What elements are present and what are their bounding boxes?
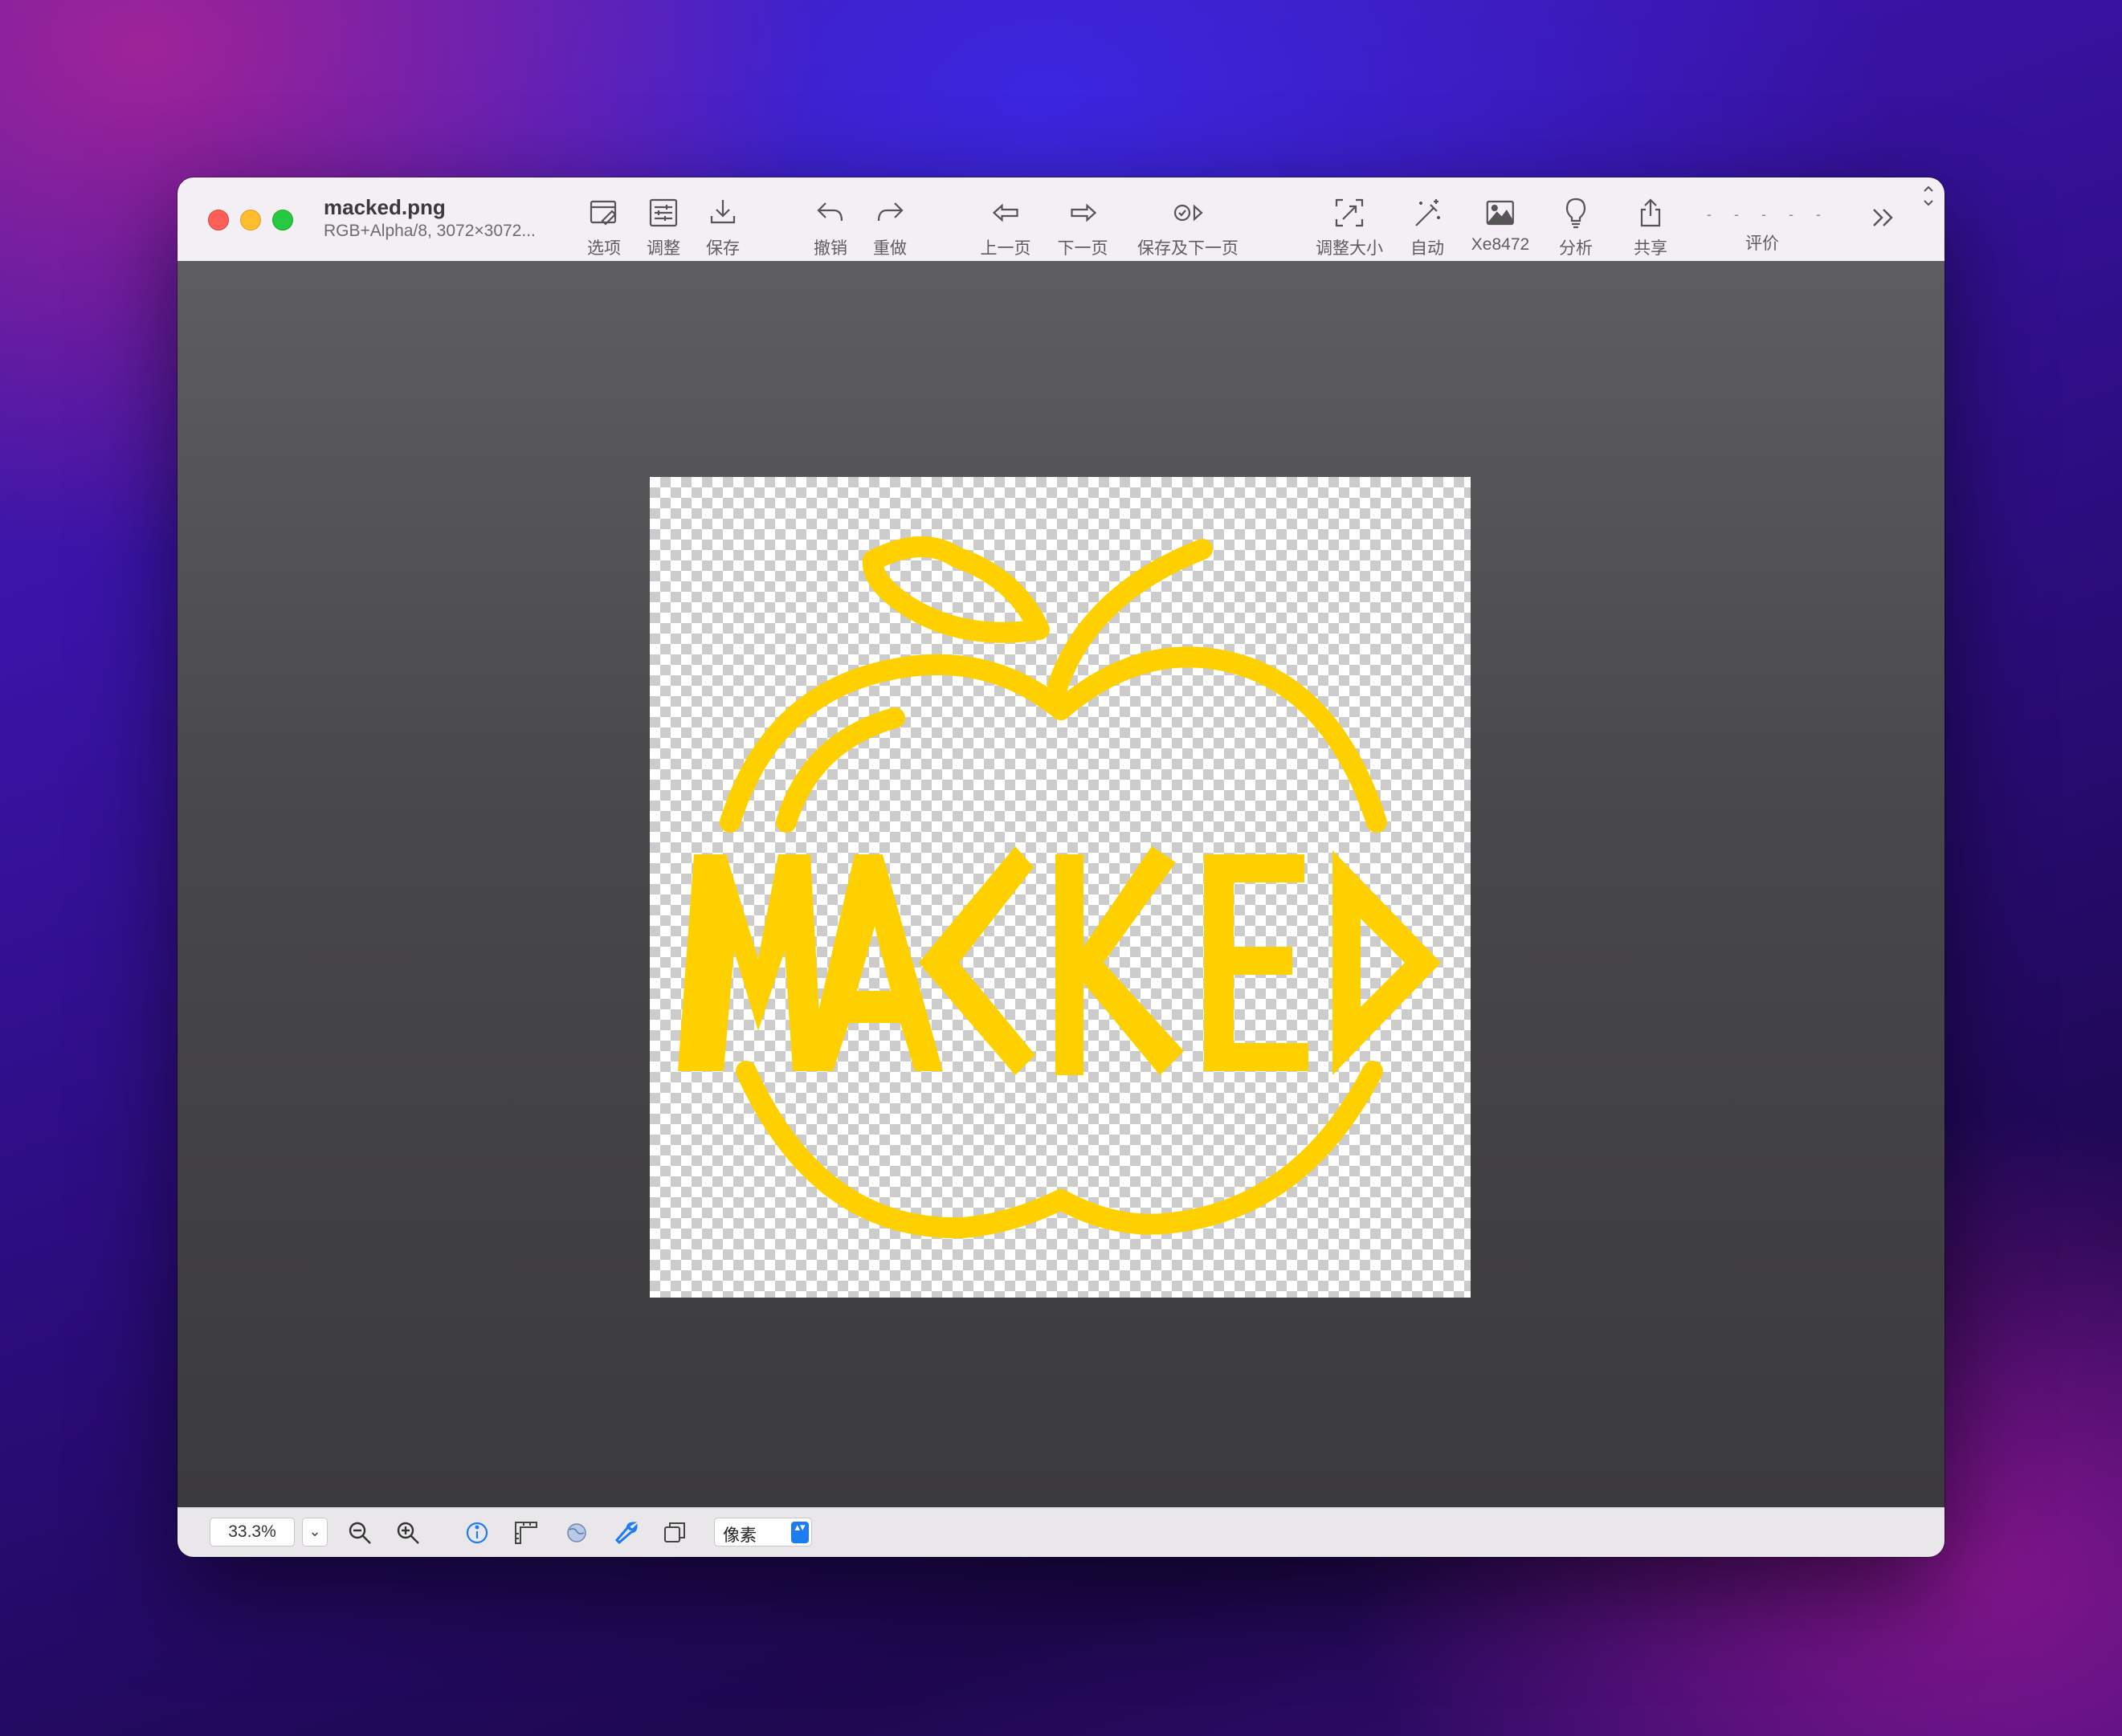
sliders-icon [649,198,678,227]
image-canvas[interactable] [178,261,1944,1507]
redo-button[interactable]: 重做 [873,197,907,259]
share-label: 共享 [1634,239,1667,258]
zoom-out-icon [349,1522,371,1544]
zoom-in-button[interactable] [394,1519,422,1547]
copy-button[interactable] [661,1519,688,1547]
options-label: 选项 [587,239,621,258]
undo-icon [817,202,843,222]
rating-star[interactable]: - [1696,206,1723,223]
macked-logo [678,536,1441,1239]
next-page-label: 下一页 [1057,239,1108,258]
undo-label: 撤销 [814,239,847,258]
chevron-updown-icon [1924,185,1933,206]
ruler-icon [515,1522,537,1544]
image-preview [650,477,1471,1298]
prev-page-button[interactable]: 上一页 [981,197,1031,259]
info-button[interactable] [463,1519,491,1547]
auto-label: 自动 [1410,239,1444,258]
ruler-button[interactable] [512,1519,540,1547]
tools-button[interactable] [612,1519,639,1547]
lightbulb-icon [1565,198,1586,229]
undo-button[interactable]: 撤销 [814,197,847,259]
toolbar: macked.png RGB+Alpha/8, 3072×3072... 选项 … [178,177,1944,262]
unit-select[interactable]: 像素 ▴▾ [714,1518,812,1547]
save-next-icon [1173,204,1203,222]
image-info: RGB+Alpha/8, 3072×3072... [324,222,536,240]
info-icon [466,1522,488,1544]
next-page-button[interactable]: 下一页 [1058,197,1108,259]
arrow-right-icon [1070,203,1096,222]
share-button[interactable]: 共享 [1634,197,1667,259]
download-icon [710,200,736,224]
color-label: Xe8472 [1471,235,1530,254]
rating-star[interactable]: - [1777,206,1805,223]
zoom-out-button[interactable] [346,1519,373,1547]
wrench-icon [614,1522,638,1545]
rating-label: 评价 [1745,234,1779,253]
overflow-button[interactable] [1867,202,1900,234]
rating-stars[interactable]: ----- [1696,206,1832,222]
resize-button[interactable]: 调整大小 [1316,197,1383,259]
rating-star[interactable]: - [1805,206,1832,223]
fullscreen-button[interactable] [272,210,293,230]
analyze-label: 分析 [1559,239,1593,258]
close-button[interactable] [208,210,229,230]
auto-button[interactable]: 自动 [1410,197,1444,259]
resize-label: 调整大小 [1316,239,1383,258]
window-title: macked.png [324,195,446,219]
options-icon [590,200,617,226]
copy-icon [664,1522,685,1542]
color-button[interactable]: Xe8472 [1471,197,1529,255]
rating-star[interactable]: - [1723,206,1750,223]
preview-window: macked.png RGB+Alpha/8, 3072×3072... 选项 … [178,177,1944,1557]
save-and-next-label: 保存及下一页 [1137,239,1239,258]
arrow-left-icon [992,203,1018,222]
options-button[interactable]: 选项 [587,197,621,259]
zoom-dropdown[interactable]: ⌄ [302,1518,328,1547]
toolbar-resize-handle[interactable] [1920,184,1936,212]
analyze-button[interactable]: 分析 [1559,197,1593,259]
adjust-button[interactable]: 调整 [647,197,680,259]
rating-star[interactable]: - [1750,206,1777,223]
globe-icon [567,1523,586,1542]
chevron-double-right-icon [1873,209,1893,226]
color-sync-button[interactable] [563,1519,590,1547]
adjust-label: 调整 [647,239,680,258]
unit-value: 像素 [723,1526,757,1545]
resize-icon [1335,198,1364,227]
zoom-field[interactable]: 33.3% [210,1518,295,1547]
prev-page-label: 上一页 [980,239,1031,258]
photo-icon [1486,200,1515,226]
updown-arrows-icon: ▴▾ [791,1522,809,1543]
save-and-next-button[interactable]: 保存及下一页 [1137,197,1239,259]
magic-wand-icon [1415,199,1440,226]
redo-icon [877,202,904,222]
redo-label: 重做 [873,239,907,258]
minimize-button[interactable] [240,210,261,230]
zoom-in-icon [397,1522,419,1544]
save-button[interactable]: 保存 [706,197,740,259]
share-icon [1640,198,1661,227]
save-label: 保存 [706,239,740,258]
status-bar: 33.3% ⌄ 像素 ▴▾ [178,1507,1944,1557]
